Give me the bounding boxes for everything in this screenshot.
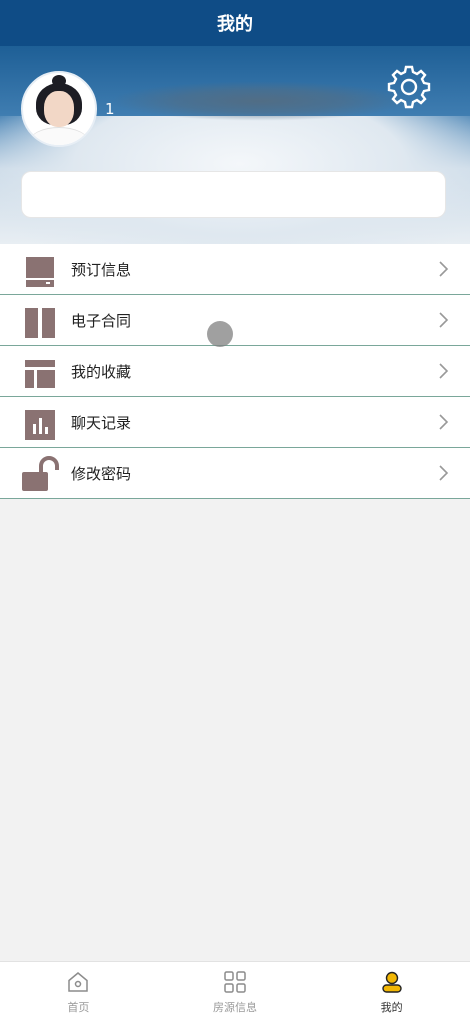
contract-icon xyxy=(25,308,55,338)
tab-label: 房源信息 xyxy=(213,1001,257,1014)
page-title: 我的 xyxy=(217,14,253,35)
tab-listings[interactable]: 房源信息 xyxy=(157,962,314,1025)
chevron-right-icon xyxy=(439,363,449,379)
tab-label: 首页 xyxy=(67,1001,90,1014)
tab-home[interactable]: 首页 xyxy=(0,962,157,1025)
menu-item-reservation[interactable]: 预订信息 xyxy=(0,244,470,295)
username: 1 xyxy=(105,100,115,118)
user-icon xyxy=(381,971,402,993)
hero-mountain xyxy=(110,81,410,121)
favorites-icon xyxy=(25,360,55,388)
menu-item-change-password[interactable]: 修改密码 xyxy=(0,448,470,499)
tab-mine[interactable]: 我的 xyxy=(313,962,470,1025)
bottom-tab-bar: 首页 房源信息 我的 xyxy=(0,961,470,1025)
menu-item-favorites[interactable]: 我的收藏 xyxy=(0,346,470,397)
avatar[interactable] xyxy=(21,71,97,147)
reservation-icon xyxy=(26,257,54,287)
touch-indicator xyxy=(207,321,233,347)
chevron-right-icon xyxy=(439,261,449,277)
grid-icon xyxy=(224,971,246,993)
menu-item-label: 修改密码 xyxy=(71,464,132,483)
menu-item-chat-history[interactable]: 聊天记录 xyxy=(0,397,470,448)
settings-gear-icon[interactable] xyxy=(385,63,433,111)
unlock-icon xyxy=(22,456,59,491)
menu-item-label: 聊天记录 xyxy=(71,413,132,432)
home-icon xyxy=(68,972,89,992)
top-nav-bar: 我的 xyxy=(0,0,470,46)
menu-item-label: 预订信息 xyxy=(71,260,132,279)
chevron-right-icon xyxy=(439,312,449,328)
chevron-right-icon xyxy=(439,414,449,430)
menu-list: 预订信息 电子合同 我的收藏 聊天记录 修改密码 xyxy=(0,244,470,499)
chevron-right-icon xyxy=(439,465,449,481)
search-input[interactable] xyxy=(21,171,446,218)
tab-label: 我的 xyxy=(380,1001,403,1014)
menu-item-label: 我的收藏 xyxy=(71,362,132,381)
chat-history-icon xyxy=(25,410,55,440)
menu-item-label: 电子合同 xyxy=(71,311,132,330)
menu-item-contract[interactable]: 电子合同 xyxy=(0,295,470,346)
